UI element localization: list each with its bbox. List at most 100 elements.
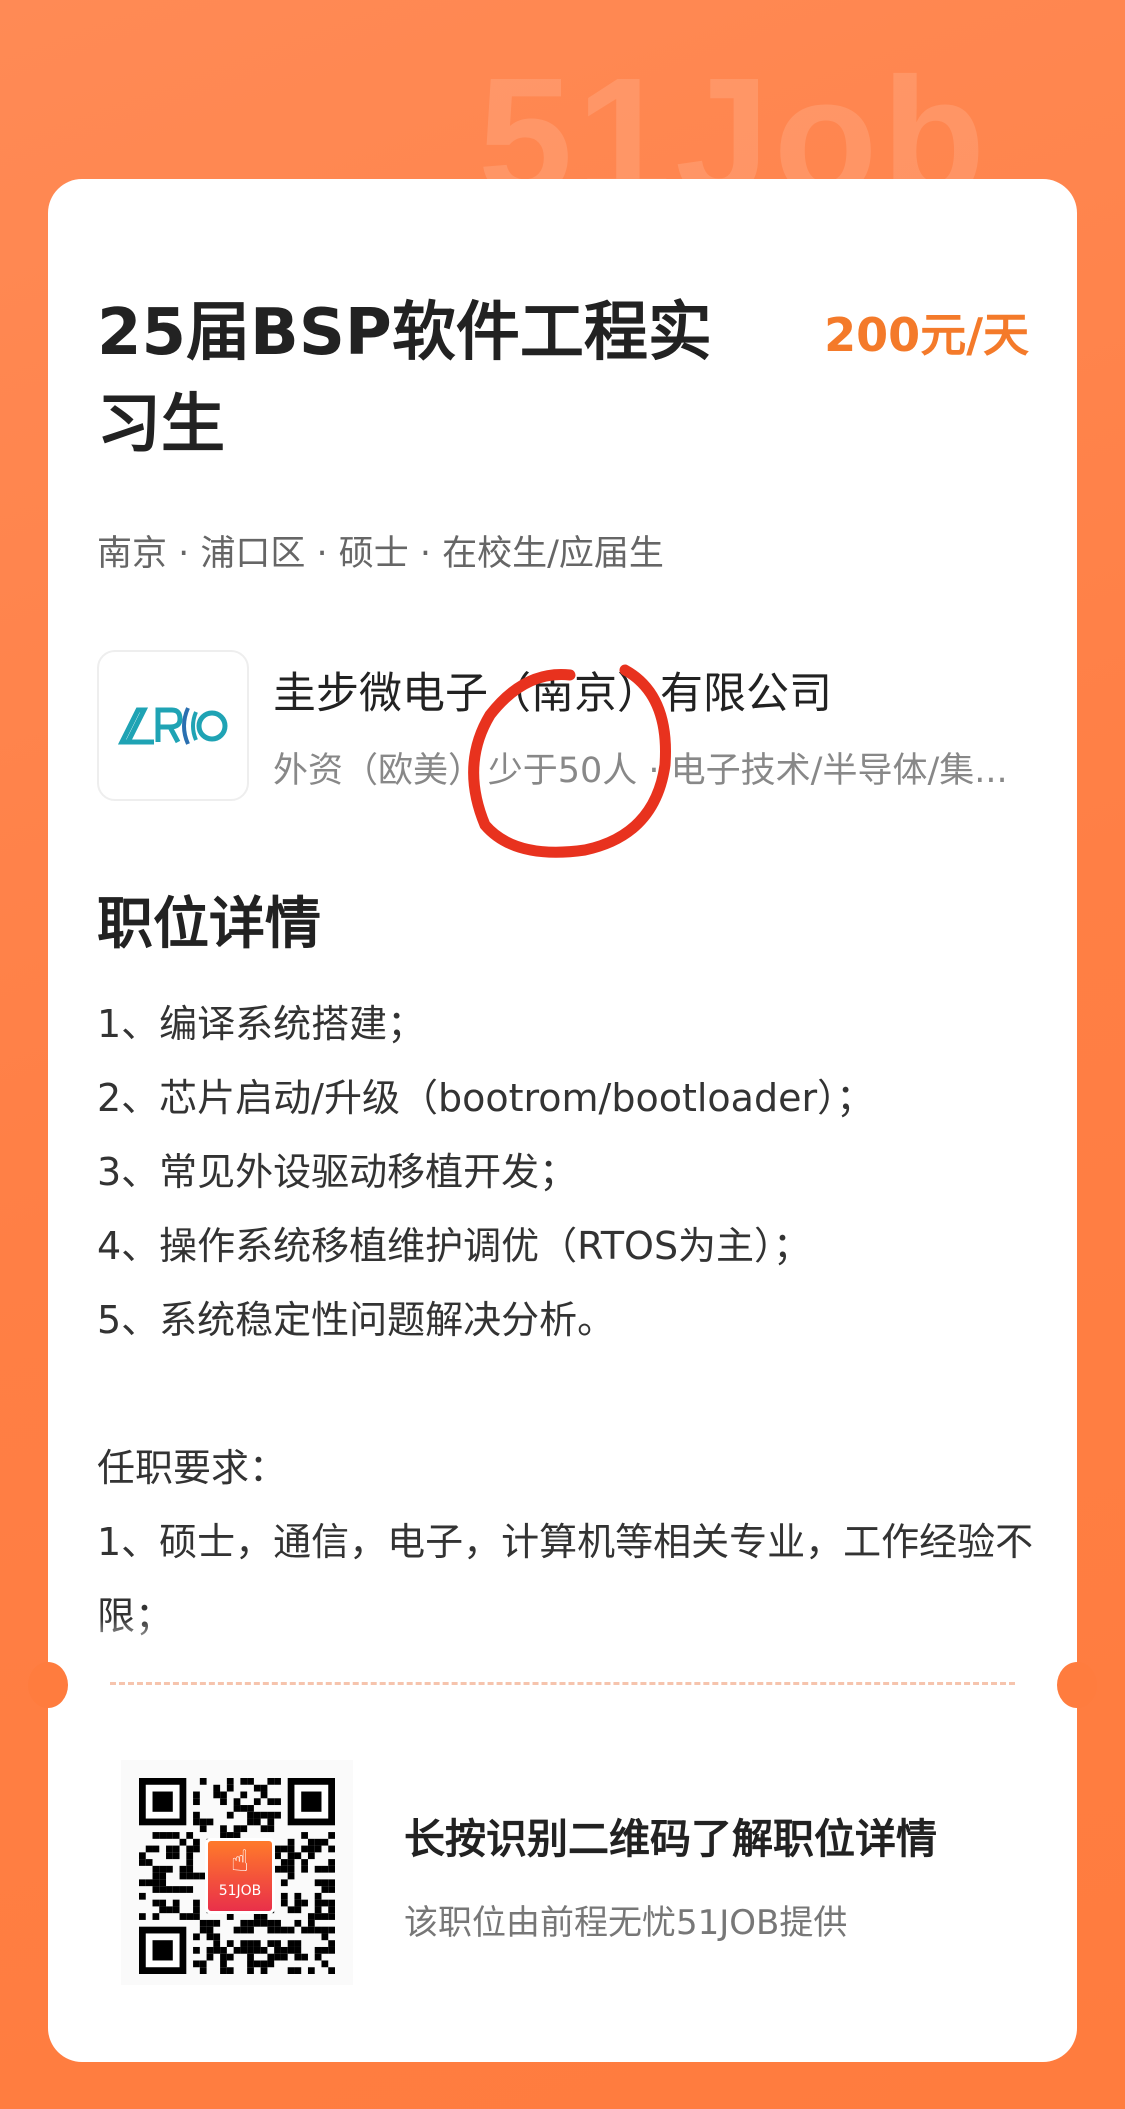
section-heading: 职位详情 bbox=[97, 892, 321, 957]
qr-module bbox=[139, 1892, 146, 1900]
qr-module bbox=[193, 1838, 200, 1846]
description-line: 2、芯片启动/升级（bootrom/bootloader）； bbox=[97, 1076, 875, 1120]
dashed-divider bbox=[110, 1682, 1015, 1685]
qr-module bbox=[226, 1811, 234, 1819]
qr-module bbox=[233, 1926, 241, 1934]
qr-module bbox=[321, 1933, 329, 1941]
qr-module bbox=[301, 1859, 308, 1866]
qr-module bbox=[294, 1899, 302, 1907]
qr-module bbox=[321, 1879, 329, 1887]
qr-module bbox=[247, 1805, 254, 1812]
qr-module bbox=[247, 1818, 254, 1826]
qr-module bbox=[260, 1913, 268, 1920]
qr-module bbox=[179, 1886, 187, 1893]
qr-module bbox=[274, 1946, 281, 1954]
qr-module bbox=[314, 1953, 322, 1961]
qr-module bbox=[307, 1852, 315, 1860]
qr-module bbox=[179, 1865, 187, 1873]
qr-module bbox=[253, 1811, 261, 1819]
qr-module bbox=[186, 1832, 194, 1839]
qr-finder bbox=[152, 1940, 173, 1961]
qr-module bbox=[328, 1886, 335, 1893]
qr-module bbox=[321, 1838, 329, 1846]
qr-module bbox=[240, 1940, 248, 1947]
qr-module bbox=[247, 1811, 254, 1819]
qr-module bbox=[267, 1919, 275, 1927]
qr-module bbox=[260, 1825, 268, 1833]
qr-module bbox=[193, 1913, 200, 1920]
qr-module bbox=[226, 1784, 234, 1792]
qr-module bbox=[139, 1852, 146, 1860]
qr-module bbox=[213, 1919, 221, 1927]
qr-module bbox=[253, 1818, 261, 1826]
job-title: 25届BSP软件工程实习生 bbox=[97, 296, 712, 462]
qr-module bbox=[274, 1798, 281, 1806]
company-details: 外资（欧美）· 少于50人 · 电子技术/半导体/集... bbox=[273, 751, 1008, 791]
qr-module bbox=[247, 1960, 254, 1968]
salary: 200元/天 bbox=[824, 308, 1029, 362]
qr-module bbox=[314, 1865, 322, 1873]
qr-module bbox=[193, 1872, 200, 1880]
qr-module bbox=[179, 1838, 187, 1846]
qr-module bbox=[314, 1892, 322, 1900]
qr-module bbox=[328, 1859, 335, 1866]
qr-module bbox=[166, 1865, 173, 1873]
ticket-notch-right bbox=[1057, 1662, 1097, 1708]
qr-module bbox=[274, 1919, 281, 1927]
qr-module bbox=[294, 1953, 302, 1961]
qr-module bbox=[328, 1899, 335, 1907]
qr-module bbox=[193, 1818, 200, 1826]
description-line: 3、常见外设驱动移植开发； bbox=[97, 1150, 578, 1194]
qr-module bbox=[166, 1906, 173, 1914]
qr-module bbox=[280, 1953, 288, 1961]
qr-module bbox=[152, 1886, 160, 1893]
qr-module bbox=[193, 1791, 200, 1799]
qr-module bbox=[287, 1852, 295, 1860]
qr-module bbox=[280, 1845, 288, 1853]
qr-module bbox=[213, 1946, 221, 1954]
qr-module bbox=[260, 1967, 268, 1974]
qr-module bbox=[260, 1919, 268, 1927]
qr-module bbox=[220, 1946, 227, 1954]
qr-module bbox=[280, 1859, 288, 1866]
qr-module bbox=[307, 1845, 315, 1853]
badge-text: 51JOB bbox=[218, 1883, 262, 1899]
qr-module bbox=[287, 1872, 295, 1880]
qr-module bbox=[233, 1798, 241, 1806]
qr-module bbox=[301, 1865, 308, 1873]
qr-module bbox=[199, 1778, 207, 1785]
qr-module bbox=[159, 1832, 167, 1839]
qr-module bbox=[314, 1906, 322, 1914]
qr-module bbox=[253, 1960, 261, 1968]
qr-module bbox=[193, 1960, 200, 1968]
qr-module bbox=[226, 1953, 234, 1961]
qr-module bbox=[152, 1872, 160, 1880]
qr-module bbox=[166, 1852, 173, 1860]
qr-module bbox=[220, 1967, 227, 1974]
qr-module bbox=[199, 1926, 207, 1934]
qr-module bbox=[294, 1906, 302, 1914]
qr-module bbox=[328, 1940, 335, 1947]
qr-module bbox=[274, 1778, 281, 1785]
qr-module bbox=[287, 1906, 295, 1914]
qr-module bbox=[206, 1933, 214, 1941]
qr-module bbox=[280, 1899, 288, 1907]
qr-module bbox=[233, 1805, 241, 1812]
qr-module bbox=[274, 1811, 281, 1819]
qr-module bbox=[226, 1967, 234, 1974]
qr-module bbox=[220, 1798, 227, 1806]
qr-module bbox=[280, 1865, 288, 1873]
qr-module bbox=[260, 1811, 268, 1819]
company-logo-icon bbox=[118, 706, 228, 745]
qr-module bbox=[172, 1852, 180, 1860]
qr-module bbox=[193, 1899, 200, 1907]
qr-module bbox=[240, 1791, 248, 1799]
qr-module bbox=[152, 1832, 160, 1839]
qr-module bbox=[233, 1946, 241, 1954]
qr-module bbox=[172, 1832, 180, 1839]
qr-module bbox=[213, 1791, 221, 1799]
qr-code[interactable]: ☝ 51JOB bbox=[121, 1760, 353, 1985]
qr-module bbox=[193, 1798, 200, 1806]
qr-module bbox=[186, 1859, 194, 1866]
qr-module bbox=[159, 1899, 167, 1907]
